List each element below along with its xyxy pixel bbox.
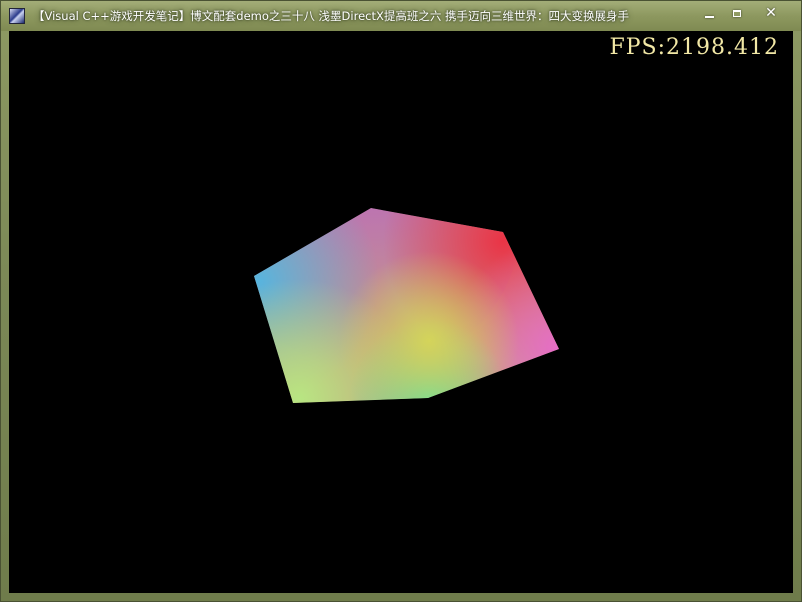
- fps-counter: FPS:2198.412: [609, 35, 779, 60]
- maximize-icon: [733, 9, 741, 17]
- close-button[interactable]: ✕: [754, 2, 788, 24]
- render-viewport[interactable]: FPS:2198.412: [9, 31, 793, 593]
- maximize-button[interactable]: [722, 2, 752, 24]
- cube-scene: [254, 208, 559, 403]
- title-bar[interactable]: 【Visual C++游戏开发笔记】博文配套demo之三十八 浅墨DirectX…: [1, 1, 801, 31]
- window-title: 【Visual C++游戏开发笔记】博文配套demo之三十八 浅墨DirectX…: [33, 9, 630, 23]
- color-cube: [254, 208, 559, 403]
- minimize-button[interactable]: [694, 2, 724, 24]
- app-icon[interactable]: [9, 8, 25, 24]
- application-window: 【Visual C++游戏开发笔记】博文配套demo之三十八 浅墨DirectX…: [0, 0, 802, 602]
- close-icon: ✕: [765, 5, 777, 21]
- minimize-icon: [704, 16, 714, 18]
